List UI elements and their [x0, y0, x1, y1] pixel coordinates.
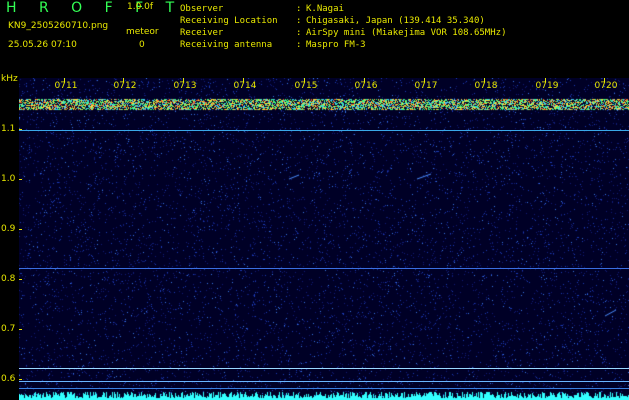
- receiver-value: AirSpy mini (Miakejima VOR 108.65MHz): [306, 28, 507, 38]
- frequency-tick: [19, 379, 22, 380]
- antenna-colon: :: [296, 40, 302, 50]
- image-filename: KN9_2505260710.png: [8, 21, 109, 31]
- observer-value: K.Nagai: [306, 4, 344, 14]
- time-label: 0715: [294, 81, 318, 91]
- time-label: 0717: [414, 81, 438, 91]
- app-version: 1.0.0f: [127, 2, 154, 12]
- time-label: 0713: [173, 81, 197, 91]
- carrier-line: [19, 268, 629, 269]
- location-key: Receiving Location: [180, 16, 278, 26]
- frequency-tick: [19, 279, 22, 280]
- time-label: 0720: [594, 81, 618, 91]
- time-label: 0716: [354, 81, 378, 91]
- frequency-unit-label: kHz: [1, 74, 18, 84]
- frequency-tick: [19, 179, 22, 180]
- location-value: Chigasaki, Japan (139.414 35.340): [306, 16, 485, 26]
- frequency-tick: [19, 329, 22, 330]
- spectrogram-noise: [19, 78, 629, 400]
- time-label: 0712: [113, 81, 137, 91]
- carrier-line: [19, 368, 629, 369]
- antenna-value: Maspro FM-3: [306, 40, 366, 50]
- observer-colon: :: [296, 4, 302, 14]
- frequency-label: 0.9: [1, 224, 16, 234]
- location-colon: :: [296, 16, 302, 26]
- carrier-line: [19, 388, 629, 389]
- antenna-key: Receiving antenna: [180, 40, 273, 50]
- time-label: 0718: [474, 81, 498, 91]
- frequency-label: 0.7: [1, 324, 16, 334]
- frequency-label: 0.8: [1, 274, 16, 284]
- carrier-line: [19, 381, 629, 382]
- app-title: H R O F F T: [6, 0, 184, 16]
- meteor-count-label: meteor: [126, 27, 159, 37]
- time-label: 0719: [535, 81, 559, 91]
- frequency-label: 1.1: [1, 124, 16, 134]
- receiver-key: Receiver: [180, 28, 224, 38]
- frequency-label: 1.0: [1, 174, 16, 184]
- time-label: 0714: [233, 81, 257, 91]
- carrier-line: [19, 130, 629, 131]
- frequency-label: 0.6: [1, 374, 16, 384]
- header-panel: H R O F F T 1.0.0f KN9_2505260710.png me…: [0, 0, 629, 76]
- frequency-tick: [19, 229, 22, 230]
- meteor-count-value: 0: [139, 40, 145, 50]
- observer-key: Observer: [180, 4, 224, 14]
- spectrogram-panel: 0711 0712 0713 0714 0715 0716 0717 0718 0719 0720: [19, 78, 629, 400]
- receiver-colon: :: [296, 28, 302, 38]
- capture-datetime: 25.05.26 07:10: [8, 40, 77, 50]
- time-label: 0711: [54, 81, 78, 91]
